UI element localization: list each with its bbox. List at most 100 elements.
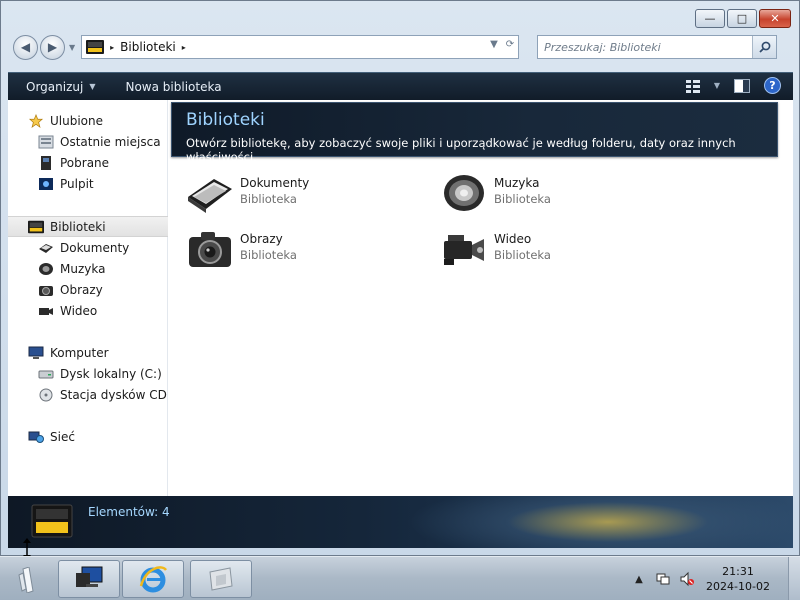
breadcrumb-separator[interactable]: ▸ xyxy=(182,43,186,52)
forward-button[interactable]: ▶ xyxy=(40,34,65,60)
taskbar-explorer-button[interactable] xyxy=(58,560,120,598)
library-name: Obrazy xyxy=(240,232,283,246)
library-type: Biblioteka xyxy=(240,192,297,206)
nav-libraries[interactable]: Biblioteki xyxy=(8,216,168,237)
nav-network[interactable]: Sieć xyxy=(8,426,168,447)
libraries-icon xyxy=(28,220,44,233)
chevron-down-icon: ▼ xyxy=(89,82,96,91)
address-history-dropdown[interactable]: ▼ xyxy=(490,39,498,50)
local-disk-icon xyxy=(38,370,54,378)
close-button[interactable]: ✕ xyxy=(759,9,791,28)
internet-explorer-icon xyxy=(139,566,168,593)
nav-recent-places[interactable]: Ostatnie miejsca xyxy=(8,131,168,152)
search-input[interactable] xyxy=(544,37,755,57)
video-library-icon xyxy=(444,235,484,265)
nav-pictures-label: Obrazy xyxy=(60,282,103,297)
favorites-group: Ulubione Ostatnie miejsca Pobrane Pulpit xyxy=(8,110,168,194)
library-type: Biblioteka xyxy=(240,248,297,262)
taskbar-media-button[interactable] xyxy=(190,560,252,598)
nav-computer[interactable]: Komputer xyxy=(8,342,168,363)
search-icon xyxy=(759,41,771,53)
nav-libraries-label: Biblioteki xyxy=(50,219,106,234)
clock[interactable]: 21:31 2024-10-02 xyxy=(702,564,774,594)
view-options-dropdown[interactable]: ▼ xyxy=(714,81,720,90)
nav-video-label: Wideo xyxy=(60,303,98,318)
computer-group: Komputer Dysk lokalny (C:) Stacja dysków… xyxy=(8,342,168,405)
breadcrumb-separator[interactable]: ▸ xyxy=(110,43,114,52)
nav-desktop-label: Pulpit xyxy=(60,176,94,191)
nav-downloads-label: Pobrane xyxy=(60,155,110,170)
music-icon xyxy=(39,262,53,275)
nav-cd-drive[interactable]: Stacja dysków CD (D:) xyxy=(8,384,168,405)
new-library-label: Nowa biblioteka xyxy=(125,79,222,94)
documents-library-icon xyxy=(188,179,232,213)
library-tile-text: Wideo Biblioteka xyxy=(494,227,551,262)
breadcrumb-libraries[interactable]: Biblioteki xyxy=(120,40,176,54)
maximize-button[interactable]: □ xyxy=(727,9,757,28)
volume-muted-icon[interactable] xyxy=(678,570,696,588)
library-tile-music[interactable]: Muzyka Biblioteka xyxy=(440,171,660,221)
library-tile-pictures[interactable]: Obrazy Biblioteka xyxy=(186,227,406,277)
preview-pane-icon[interactable] xyxy=(734,78,750,93)
taskbar: ▲ 21:31 2024-10-02 xyxy=(0,556,800,600)
new-library-button[interactable]: Nowa biblioteka xyxy=(125,80,221,94)
media-player-icon xyxy=(209,567,233,591)
show-hidden-icons-button[interactable]: ▲ xyxy=(630,570,648,588)
help-button[interactable]: ? xyxy=(764,77,781,94)
content-area: Biblioteki Otwórz bibliotekę, aby zobacz… xyxy=(168,100,793,496)
organize-menu[interactable]: Organizuj ▼ xyxy=(26,80,95,94)
network-group: Sieć xyxy=(8,426,168,447)
desktop-icon xyxy=(39,177,53,190)
nav-documents-label: Dokumenty xyxy=(60,240,130,255)
nav-favorites-label: Ulubione xyxy=(50,113,104,128)
nav-recent-places-label: Ostatnie miejsca xyxy=(60,134,161,149)
nav-music-label: Muzyka xyxy=(60,261,106,276)
nav-computer-label: Komputer xyxy=(50,345,109,360)
navigation-row: ◀ ▶ ▼ ▸ Biblioteki ▸ ▼ ⟳ xyxy=(13,34,789,60)
address-bar[interactable]: ▸ Biblioteki ▸ ▼ ⟳ xyxy=(81,35,520,59)
nav-documents[interactable]: Dokumenty xyxy=(8,237,168,258)
nav-video[interactable]: Wideo xyxy=(8,300,168,321)
downloads-icon xyxy=(41,155,51,170)
change-view-icon[interactable] xyxy=(685,79,700,93)
nav-local-disk-label: Dysk lokalny (C:) xyxy=(60,366,162,381)
organize-label: Organizuj xyxy=(26,79,84,94)
library-type: Biblioteka xyxy=(494,248,551,262)
library-tile-text: Muzyka Biblioteka xyxy=(494,171,551,206)
library-tile-text: Dokumenty Biblioteka xyxy=(240,171,309,206)
nav-music[interactable]: Muzyka xyxy=(8,258,168,279)
library-tile-documents[interactable]: Dokumenty Biblioteka xyxy=(186,171,406,221)
nav-downloads[interactable]: Pobrane xyxy=(8,152,168,173)
system-tray: ▲ 21:31 2024-10-02 xyxy=(630,557,800,600)
library-tile-video[interactable]: Wideo Biblioteka xyxy=(440,227,660,277)
library-tile-text: Obrazy Biblioteka xyxy=(240,227,297,262)
libraries-large-icon xyxy=(31,504,73,538)
show-desktop-button[interactable] xyxy=(788,557,800,600)
computer-icon xyxy=(28,346,44,359)
nav-favorites[interactable]: Ulubione xyxy=(8,110,168,131)
arrow-right-icon: ▶ xyxy=(47,40,58,54)
network-icon xyxy=(28,431,44,443)
caption-buttons: — □ ✕ xyxy=(695,9,791,28)
recent-places-icon xyxy=(38,135,54,148)
documents-icon xyxy=(39,243,53,253)
nav-desktop[interactable]: Pulpit xyxy=(8,173,168,194)
start-button[interactable] xyxy=(10,563,46,597)
nav-local-disk[interactable]: Dysk lokalny (C:) xyxy=(8,363,168,384)
refresh-icon[interactable]: ⟳ xyxy=(506,39,514,50)
back-button[interactable]: ◀ xyxy=(13,34,38,60)
nav-pictures[interactable]: Obrazy xyxy=(8,279,168,300)
clock-time: 21:31 xyxy=(722,565,754,578)
page-title: Biblioteki xyxy=(186,110,265,130)
search-button[interactable] xyxy=(752,36,777,58)
minimize-button[interactable]: — xyxy=(695,9,725,28)
library-type: Biblioteka xyxy=(494,192,551,206)
libraries-icon xyxy=(86,40,105,54)
arrow-left-icon: ◀ xyxy=(20,40,31,54)
address-controls: ▼ ⟳ xyxy=(490,39,514,50)
explorer-icon xyxy=(76,566,103,587)
network-status-icon[interactable] xyxy=(654,570,672,588)
recent-pages-dropdown[interactable]: ▼ xyxy=(69,43,75,52)
pictures-library-icon xyxy=(189,232,231,267)
taskbar-ie-button[interactable] xyxy=(122,560,184,598)
